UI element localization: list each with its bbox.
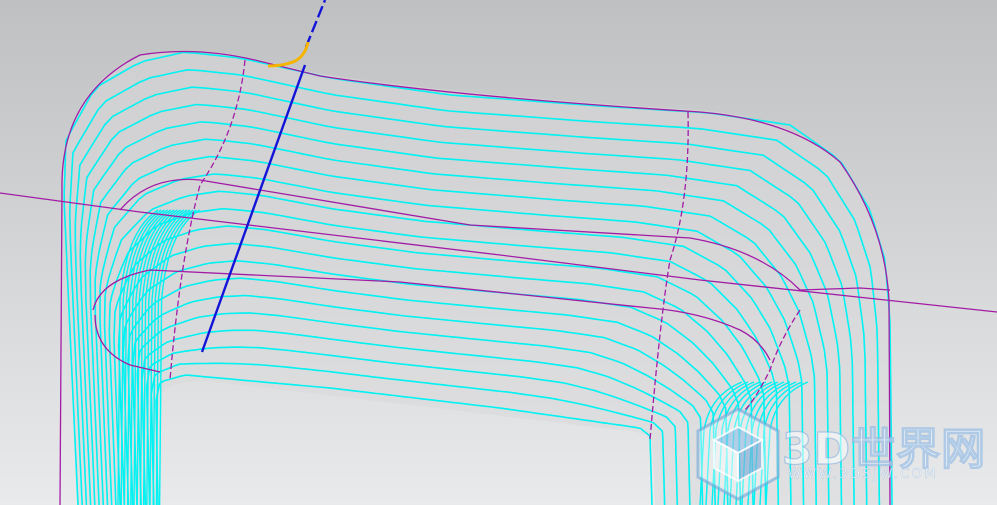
- watermark-url: WWW.3DSJW.COM: [788, 467, 939, 482]
- cad-viewport[interactable]: 3D世界网 WWW.3DSJW.COM: [0, 0, 997, 505]
- watermark: 3D世界网 WWW.3DSJW.COM: [692, 405, 992, 501]
- cube-icon: [696, 407, 780, 501]
